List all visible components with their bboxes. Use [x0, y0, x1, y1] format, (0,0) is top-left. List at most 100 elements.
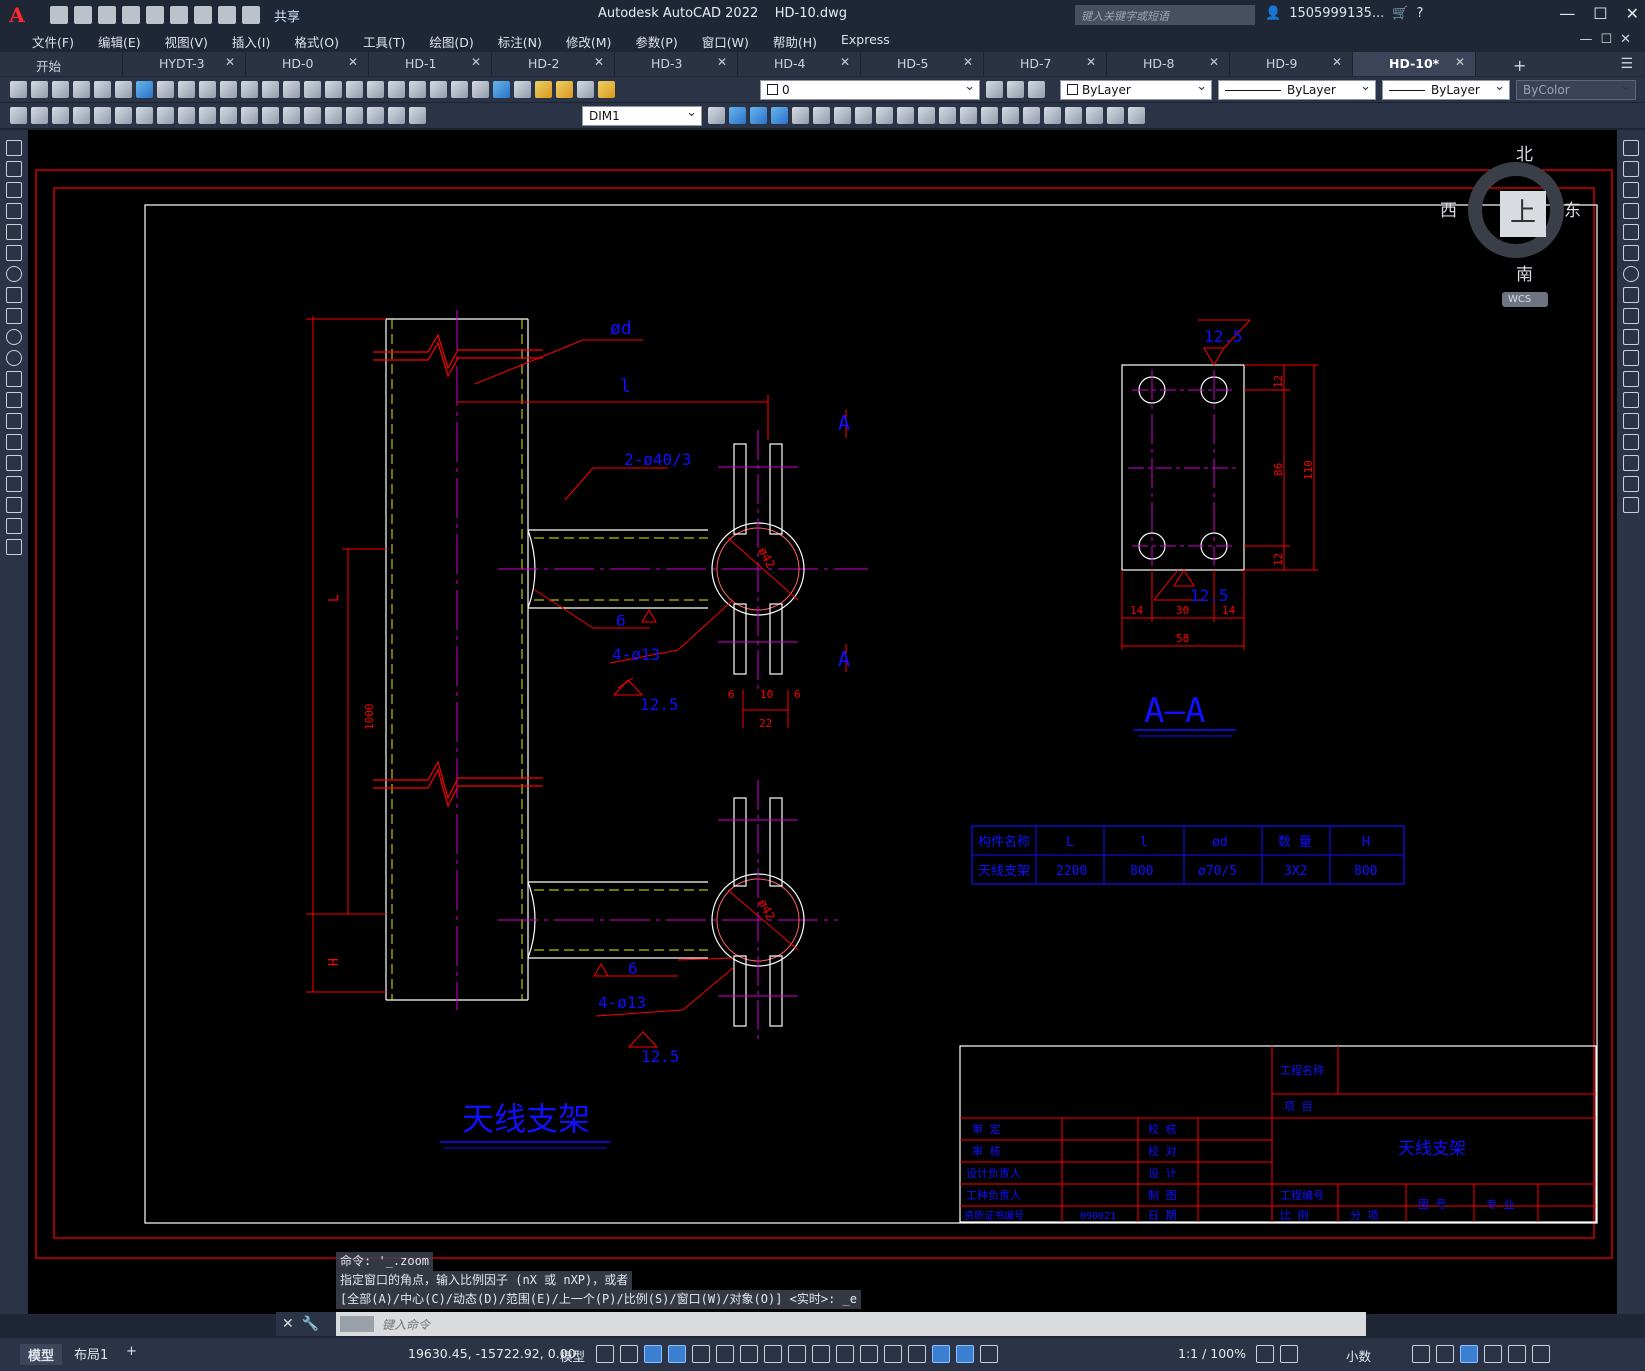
match-properties-icon[interactable]	[220, 81, 237, 98]
move-icon[interactable]	[1623, 245, 1639, 261]
angular-dim-icon[interactable]	[157, 107, 174, 124]
gizmo-icon[interactable]	[932, 1345, 950, 1363]
interfere-icon[interactable]	[1002, 107, 1019, 124]
menu-draw[interactable]: 绘图(D)	[417, 30, 485, 52]
selection-filter-icon[interactable]	[908, 1345, 926, 1363]
menu-edit[interactable]: 编辑(E)	[86, 30, 153, 52]
stretch-icon[interactable]	[1623, 308, 1639, 324]
dynamic-ucs-icon[interactable]	[884, 1345, 902, 1363]
menu-modify[interactable]: 修改(M)	[554, 30, 624, 52]
make-current-icon[interactable]	[986, 81, 1003, 98]
dim-update-icon[interactable]	[409, 107, 426, 124]
pan-icon[interactable]	[283, 81, 300, 98]
help-icon[interactable]: ?	[1416, 6, 1423, 21]
tab-close-icon[interactable]: ✕	[1209, 55, 1219, 69]
explode-icon[interactable]	[1623, 497, 1639, 513]
presspull-icon[interactable]	[813, 107, 830, 124]
add-layout-button[interactable]: +	[126, 1344, 137, 1359]
new-icon[interactable]	[10, 81, 27, 98]
help-icon[interactable]	[493, 81, 510, 98]
clean-screen-icon[interactable]	[1508, 1345, 1526, 1363]
scale-icon[interactable]	[1623, 287, 1639, 303]
layer-previous-icon[interactable]	[1007, 81, 1024, 98]
lock-ui-icon[interactable]	[1436, 1345, 1454, 1363]
menu-help[interactable]: 帮助(H)	[761, 30, 829, 52]
spline-icon[interactable]	[6, 308, 22, 324]
copy-icon[interactable]	[178, 81, 195, 98]
layer-states-icon[interactable]	[1028, 81, 1045, 98]
quick-properties-icon[interactable]	[1412, 1345, 1430, 1363]
command-input[interactable]: 键入命令	[382, 1316, 430, 1333]
cut-icon[interactable]	[157, 81, 174, 98]
menu-tools[interactable]: 工具(T)	[351, 30, 417, 52]
tool-palettes-icon[interactable]	[409, 81, 426, 98]
blend-curves-icon[interactable]	[1623, 476, 1639, 492]
command-prompt-icon[interactable]	[340, 1316, 374, 1332]
share-button[interactable]: 共享	[274, 6, 300, 25]
tab-close-icon[interactable]: ✕	[963, 55, 973, 69]
selection-cycling-icon[interactable]	[836, 1345, 854, 1363]
lineweight-dropdown[interactable]: ByLayer	[1382, 80, 1510, 100]
extend-icon[interactable]	[1623, 350, 1639, 366]
dim-text-edit-icon[interactable]	[388, 107, 405, 124]
menu-format[interactable]: 格式(O)	[282, 30, 351, 52]
table-icon[interactable]	[6, 497, 22, 513]
revision-cloud-icon[interactable]	[6, 287, 22, 303]
layout-tab-model[interactable]: 模型	[20, 1344, 63, 1365]
open-icon[interactable]	[74, 6, 92, 24]
region-icon[interactable]	[6, 476, 22, 492]
line-icon[interactable]	[6, 140, 22, 156]
cad-drawing[interactable]: ød l 2-ø40/3 6 4-ø13 12.5 6 4-ø13 12.5 A…	[28, 130, 1617, 1314]
3d-print-icon[interactable]	[136, 81, 153, 98]
tab-hd-4[interactable]: HD-4 ✕	[738, 52, 861, 76]
plot-icon[interactable]	[73, 81, 90, 98]
hardware-accel-icon[interactable]	[1484, 1345, 1502, 1363]
3d-osnap-icon[interactable]	[860, 1345, 878, 1363]
ortho-icon[interactable]	[668, 1345, 686, 1363]
center-mark-icon[interactable]	[304, 107, 321, 124]
annotation-visibility-icon[interactable]	[956, 1345, 974, 1363]
linear-dim-icon[interactable]	[10, 107, 27, 124]
document-window-controls[interactable]: —☐✕	[1579, 32, 1639, 47]
ellipse-icon[interactable]	[6, 329, 22, 345]
tab-close-icon[interactable]: ✕	[1086, 55, 1096, 69]
inspection-icon[interactable]	[325, 107, 342, 124]
menu-insert[interactable]: 插入(I)	[220, 30, 282, 52]
menu-express[interactable]: Express	[829, 30, 902, 52]
drawing-canvas[interactable]: ød l 2-ø40/3 6 4-ø13 12.5 6 4-ø13 12.5 A…	[28, 130, 1617, 1314]
properties-icon[interactable]	[367, 81, 384, 98]
new-icon[interactable]	[50, 6, 68, 24]
tolerance-icon[interactable]	[283, 107, 300, 124]
layer-color-icon[interactable]	[577, 81, 594, 98]
polysolid-icon[interactable]	[960, 107, 977, 124]
menu-parametric[interactable]: 参数(P)	[623, 30, 689, 52]
continue-dim-icon[interactable]	[220, 107, 237, 124]
save-as-icon[interactable]	[122, 6, 140, 24]
close-command-icon[interactable]: ✕	[282, 1316, 294, 1332]
union-icon[interactable]	[897, 107, 914, 124]
construction-line-icon[interactable]	[6, 161, 22, 177]
plot-icon[interactable]	[194, 6, 212, 24]
tab-start[interactable]: 开始	[0, 52, 123, 76]
intersect-icon[interactable]	[939, 107, 956, 124]
layer-on-icon[interactable]	[535, 81, 552, 98]
arc-icon[interactable]	[6, 245, 22, 261]
dim-break-icon[interactable]	[262, 107, 279, 124]
open-icon[interactable]	[31, 81, 48, 98]
sweep-icon[interactable]	[834, 107, 851, 124]
object-snap-tracking-icon[interactable]	[740, 1345, 758, 1363]
color-dropdown[interactable]: ByLayer	[1060, 80, 1212, 100]
save-icon[interactable]	[98, 6, 116, 24]
autocad-logo-icon[interactable]: A	[0, 0, 34, 30]
compass-west[interactable]: 西	[1440, 196, 1457, 221]
tab-close-icon[interactable]: ✕	[1455, 55, 1465, 69]
dim-space-icon[interactable]	[241, 107, 258, 124]
polygon-icon[interactable]	[6, 203, 22, 219]
mirror-icon[interactable]	[1623, 182, 1639, 198]
tab-close-icon[interactable]: ✕	[1332, 55, 1342, 69]
auto-scale-icon[interactable]	[980, 1345, 998, 1363]
circle-icon[interactable]	[6, 266, 22, 282]
mtext-icon[interactable]	[6, 518, 22, 534]
tab-close-icon[interactable]: ✕	[594, 55, 604, 69]
menu-window[interactable]: 窗口(W)	[690, 30, 761, 52]
